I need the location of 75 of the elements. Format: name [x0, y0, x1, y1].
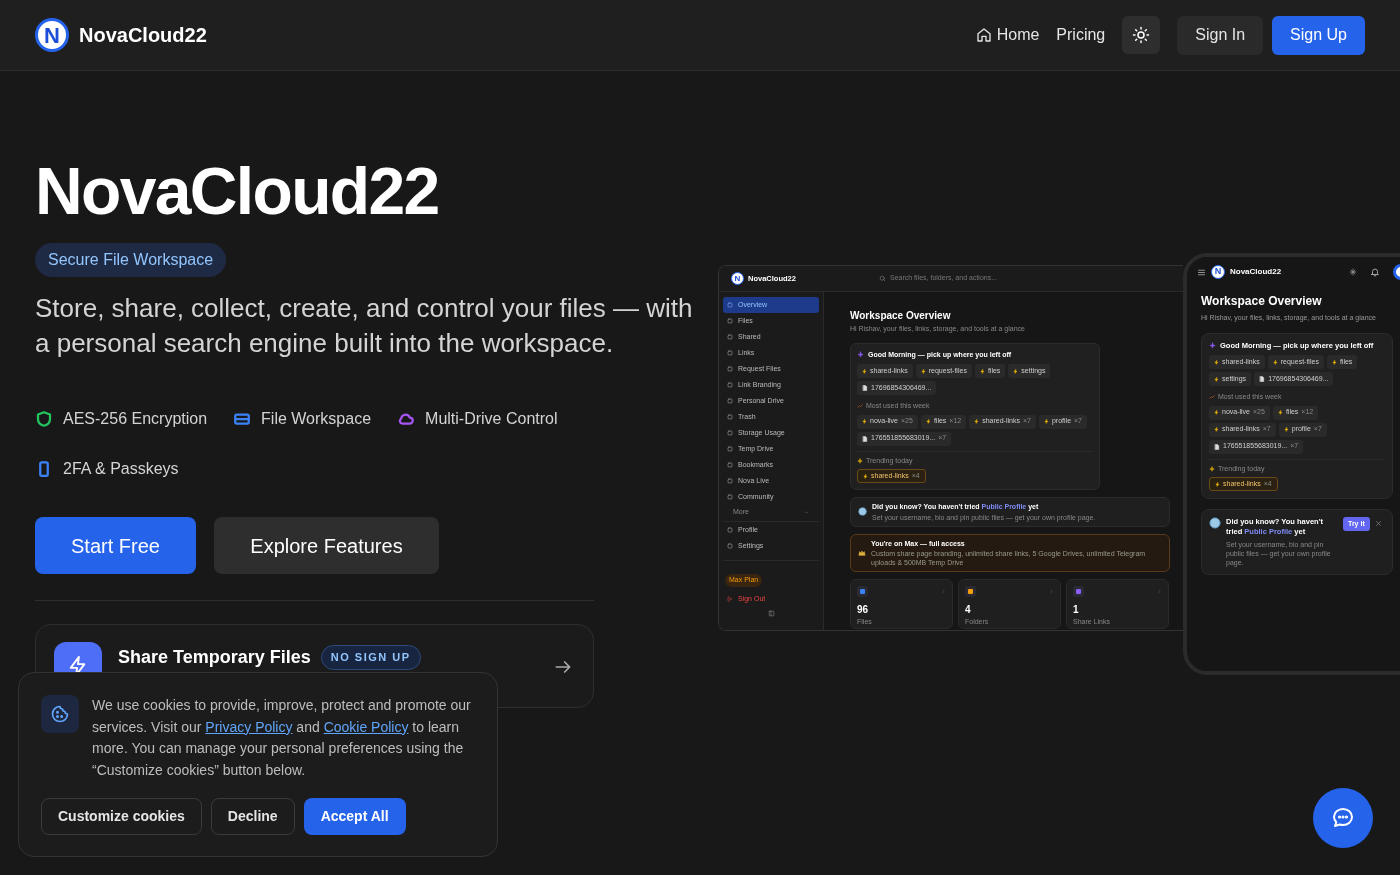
cookie-button[interactable]: Decline — [210, 798, 295, 835]
crown-icon — [858, 548, 866, 557]
chevron-icon — [804, 509, 809, 515]
chat-icon — [1331, 806, 1355, 830]
close-button[interactable] — [1374, 520, 1382, 527]
bolt-icon — [1214, 359, 1219, 365]
sign-in-button[interactable]: Sign In — [1177, 15, 1264, 55]
cookie-button[interactable]: Customize cookies — [41, 798, 202, 835]
stat-value: 4 — [965, 603, 971, 617]
bolt-icon — [979, 368, 985, 374]
overview-title: Workspace Overview — [850, 309, 951, 323]
bolt-icon — [925, 419, 931, 424]
bolt-icon — [862, 368, 867, 374]
menu-button[interactable] — [1197, 267, 1206, 277]
logout-icon — [727, 596, 733, 602]
bolt-icon — [1214, 410, 1219, 415]
bolt-icon — [1043, 419, 1049, 424]
file-icon — [862, 385, 868, 391]
file-icon — [1214, 443, 1220, 450]
menu-icon — [1197, 267, 1206, 277]
sign-up-button[interactable]: Sign Up — [1272, 15, 1365, 55]
nav-link[interactable]: Home — [975, 23, 1040, 47]
start-button[interactable]: Start Free — [35, 517, 196, 574]
feature-label: Multi-Drive Control — [425, 409, 558, 429]
features-button[interactable]: Explore Features — [214, 517, 439, 574]
search-icon — [879, 275, 886, 282]
bolt-icon — [1214, 427, 1219, 432]
bolt-icon — [863, 473, 868, 479]
sidebar-toggle-icon — [767, 610, 775, 617]
stat-value: 1 — [1073, 603, 1079, 617]
policy-link[interactable]: Cookie Policy — [323, 718, 409, 735]
bolt-icon — [974, 419, 980, 424]
hero-title: NovaCloud22 — [35, 153, 439, 229]
brand-name: NovaCloud22 — [79, 23, 207, 48]
bolt-icon — [1331, 359, 1337, 365]
logo: N — [35, 18, 69, 52]
logo: N — [731, 272, 744, 285]
sparkle-icon — [857, 350, 864, 358]
stat-value: 96 — [857, 603, 869, 617]
tag-badge: Secure File Workspace — [35, 243, 227, 277]
bell-icon — [1370, 267, 1380, 277]
bolt-icon — [1214, 376, 1219, 382]
sparkle-icon — [857, 457, 863, 464]
file-icon — [1259, 376, 1266, 382]
hero-subtitle: Store, share, collect, create, and control your files — with a personal search engine built into the workspace. — [35, 292, 694, 360]
feature-label: File Workspace — [261, 409, 372, 429]
trend-icon — [1209, 394, 1215, 401]
nav-link[interactable]: Pricing — [1056, 23, 1106, 47]
sparkle-icon — [1349, 268, 1357, 276]
theme-toggle[interactable] — [1122, 16, 1161, 54]
cookie-icon — [50, 704, 70, 724]
chat-button[interactable] — [1313, 788, 1373, 848]
close-icon — [1374, 520, 1382, 527]
brand-name: NovaCloud22 — [1230, 266, 1282, 278]
overview-title: Workspace Overview — [1201, 293, 1322, 310]
feature-label: AES-256 Encryption — [63, 409, 208, 429]
sparkle-icon — [1209, 342, 1216, 349]
bolt-icon — [1013, 368, 1019, 374]
bolt-icon — [1283, 427, 1289, 432]
promo-badge: NO SIGN UP — [320, 645, 421, 670]
feature-label: 2FA & Passkeys — [63, 459, 179, 479]
file-icon — [862, 435, 868, 442]
promo-title: Share Temporary Files — [118, 646, 311, 669]
cookie-button[interactable]: Accept All — [303, 798, 406, 835]
sun-icon — [1132, 26, 1151, 44]
trend-icon — [857, 403, 863, 410]
bolt-icon — [1277, 410, 1283, 415]
bolt-icon — [920, 368, 926, 374]
policy-link[interactable]: Privacy Policy — [205, 718, 293, 735]
bolt-icon — [1215, 481, 1220, 487]
logo: N — [1211, 265, 1225, 279]
bolt-icon — [1272, 359, 1278, 365]
home-icon — [975, 27, 992, 43]
bolt-icon — [862, 419, 867, 424]
sparkle-icon — [1209, 465, 1215, 472]
